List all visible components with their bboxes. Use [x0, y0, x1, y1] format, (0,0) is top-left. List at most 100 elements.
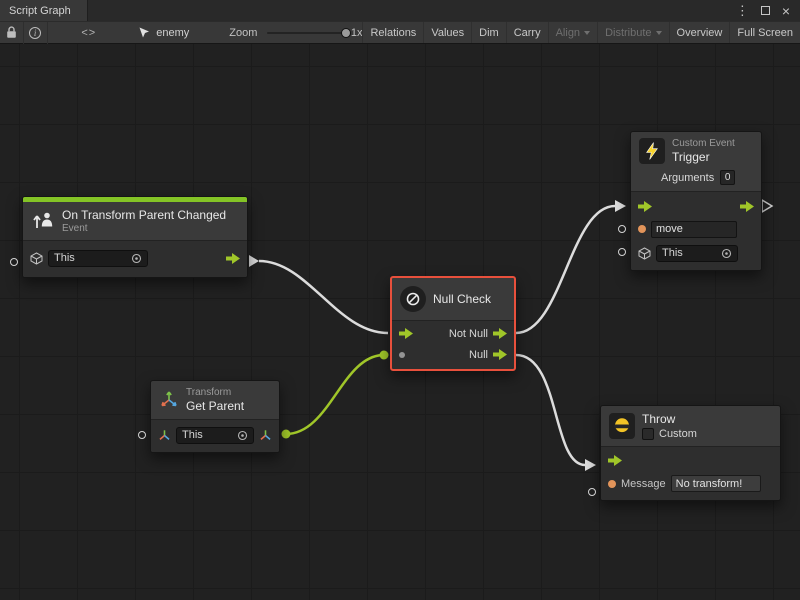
port-label-not-null: Not Null [449, 328, 488, 340]
arguments-row: Arguments 0 [631, 170, 761, 191]
close-icon[interactable]: × [782, 4, 790, 18]
node-on-transform-parent-changed[interactable]: On Transform Parent Changed Event This [22, 196, 248, 278]
toolbar-button-relations[interactable]: Relations [362, 22, 423, 43]
wire-start-arrow-icon [249, 255, 259, 267]
this-target-dropdown[interactable]: This [48, 250, 148, 267]
graph-canvas[interactable]: On Transform Parent Changed Event This [0, 44, 800, 600]
event-name-port[interactable] [638, 225, 646, 233]
node-body: Not Null Null [392, 320, 514, 369]
toolbar-button-fullscreen[interactable]: Full Screen [729, 22, 800, 43]
node-title: On Transform Parent Changed [62, 208, 226, 222]
value-input-port[interactable] [618, 225, 626, 233]
node-body: This [151, 419, 279, 452]
info-button[interactable]: i [24, 22, 47, 43]
node-header: Custom Event Trigger [631, 132, 761, 170]
node-header: Throw Custom [601, 406, 780, 446]
node-body: Message [601, 446, 780, 500]
message-label: Message [621, 478, 666, 490]
gameobject-icon [30, 252, 43, 265]
value-input-port[interactable] [10, 258, 18, 266]
tab-script-graph[interactable]: Script Graph [0, 0, 88, 21]
node-get-parent[interactable]: Transform Get Parent This [150, 380, 280, 453]
value-output-plug-icon [282, 430, 291, 439]
value-input-port[interactable] [138, 431, 146, 439]
maximize-icon[interactable] [761, 6, 770, 15]
wire-null-to-throw[interactable] [516, 355, 585, 465]
custom-checkbox-label: Custom [659, 428, 697, 440]
dropdown-caret-icon [656, 31, 662, 35]
node-throw[interactable]: Throw Custom Message [600, 405, 781, 501]
port-label-null: Null [469, 349, 488, 361]
dropdown-caret-icon [584, 31, 590, 35]
value-input-port[interactable] [399, 352, 405, 358]
menu-icon[interactable]: ⋮ [736, 4, 749, 17]
control-output-port[interactable] [226, 253, 240, 264]
wire-event-to-nullcheck[interactable] [259, 261, 388, 333]
zoom-label: Zoom [229, 27, 257, 39]
this-target-dropdown[interactable]: This [656, 245, 738, 262]
zoom-slider-track [267, 32, 342, 34]
graph-breadcrumb[interactable]: enemy [138, 26, 189, 39]
transform-icon [159, 390, 179, 410]
toolbar-button-overview[interactable]: Overview [669, 22, 730, 43]
message-input[interactable] [671, 475, 761, 492]
control-output-port-not-null[interactable] [493, 328, 507, 339]
node-body: This [631, 191, 761, 270]
script-graph-icon [138, 26, 151, 39]
lock-icon [6, 26, 17, 39]
node-header: Transform Get Parent [151, 381, 279, 419]
control-output-indicator-icon [762, 200, 772, 212]
toolbar-button-dim[interactable]: Dim [471, 22, 506, 43]
toolbar-button-carry[interactable]: Carry [506, 22, 548, 43]
toolbar-button-values[interactable]: Values [423, 22, 471, 43]
tab-bar: Script Graph ⋮ × [0, 0, 800, 21]
unity-script-graph-window: Script Graph ⋮ × i <> enemy Zoom [0, 0, 800, 600]
transform-type-icon [259, 429, 272, 442]
node-title: Null Check [433, 292, 491, 306]
wire-end-arrow-icon [615, 200, 626, 212]
wire-notnull-to-customevent[interactable] [516, 206, 615, 333]
control-output-port-null[interactable] [493, 349, 507, 360]
event-icon [31, 209, 55, 233]
node-category: Transform [186, 387, 244, 398]
node-subtitle: Event [62, 223, 226, 234]
target-pick-icon [131, 253, 142, 264]
arguments-count-field[interactable]: 0 [720, 170, 735, 185]
node-title: Throw [642, 412, 697, 426]
toolbar-button-align[interactable]: Align [548, 22, 597, 43]
arguments-label: Arguments [661, 172, 714, 184]
info-icon: i [29, 27, 41, 39]
graph-name-label: enemy [156, 27, 189, 39]
this-target-dropdown[interactable]: This [176, 427, 254, 444]
tab-label: Script Graph [9, 5, 71, 17]
control-output-port[interactable] [740, 201, 754, 212]
custom-event-icon [639, 138, 665, 164]
transform-type-icon [158, 429, 171, 442]
value-input-plug-icon [380, 351, 389, 360]
control-input-port[interactable] [638, 201, 652, 212]
control-input-port[interactable] [399, 328, 413, 339]
node-title: Get Parent [186, 399, 244, 413]
node-header: Null Check [392, 278, 514, 320]
node-body: This [23, 240, 247, 277]
wire-getparent-to-nullcheck[interactable] [286, 355, 384, 434]
custom-checkbox[interactable] [642, 428, 654, 440]
graph-toolbar: i <> enemy Zoom 1x Relations Values Dim … [0, 21, 800, 44]
toolbar-button-group: Relations Values Dim Carry Align Distrib… [362, 22, 800, 43]
target-pick-icon [237, 430, 248, 441]
message-port[interactable] [608, 480, 616, 488]
lock-button[interactable] [0, 22, 23, 43]
code-view-icon[interactable]: <> [73, 27, 104, 39]
control-input-port[interactable] [608, 455, 622, 466]
gameobject-icon [638, 247, 651, 260]
node-trigger-custom-event[interactable]: Custom Event Trigger Arguments 0 [630, 131, 762, 271]
zoom-slider-knob[interactable] [341, 28, 351, 38]
zoom-slider[interactable] [267, 27, 342, 39]
value-input-port[interactable] [618, 248, 626, 256]
toolbar-button-distribute[interactable]: Distribute [597, 22, 668, 43]
node-title: Trigger [672, 150, 735, 164]
event-name-input[interactable] [651, 221, 737, 238]
value-input-port[interactable] [588, 488, 596, 496]
node-null-check[interactable]: Null Check Not Null Null [390, 276, 516, 371]
window-controls: ⋮ × [736, 0, 800, 21]
